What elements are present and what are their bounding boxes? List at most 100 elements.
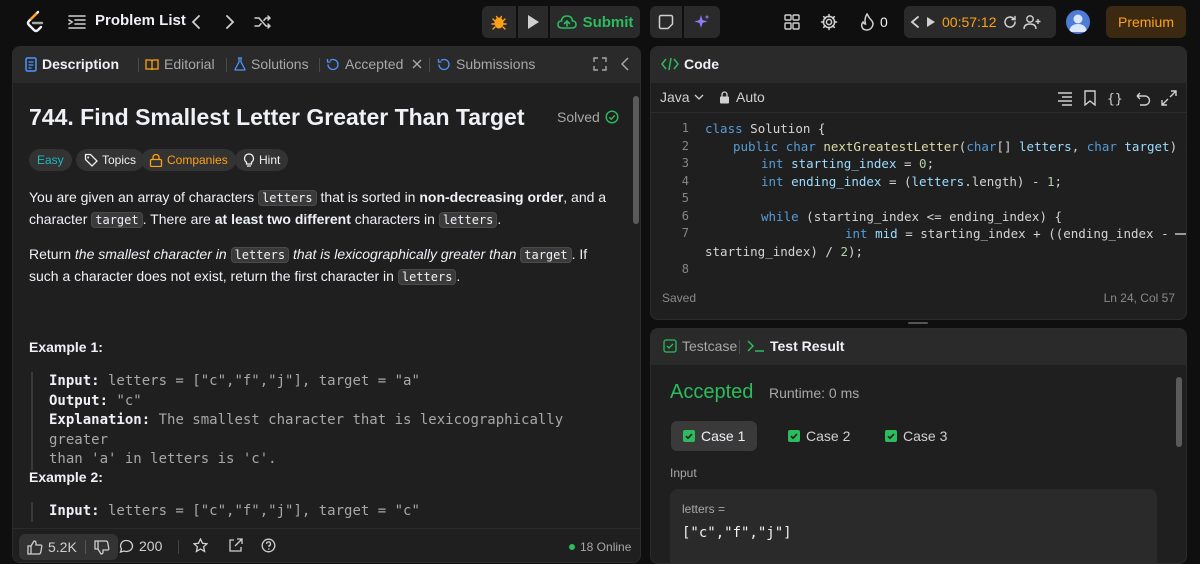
list-icon[interactable] xyxy=(68,13,86,31)
flame-icon[interactable] xyxy=(858,12,876,32)
reset-icon[interactable] xyxy=(1003,15,1017,29)
tab-divider xyxy=(739,340,740,354)
premium-button[interactable]: Premium xyxy=(1106,6,1186,38)
thumbs-down-icon[interactable] xyxy=(94,539,110,555)
text: characters in xyxy=(350,211,439,227)
case-tab-3[interactable]: Case 3 xyxy=(873,421,959,451)
like-button[interactable]: 5.2K xyxy=(19,534,118,560)
description-footer: 5.2K 200 18 Online xyxy=(13,528,640,562)
label: Input: xyxy=(49,373,100,389)
chevron-right-icon xyxy=(226,15,235,29)
case-tab-2[interactable]: Case 2 xyxy=(776,421,862,451)
code-panel: Code Java Auto {} 1 2 3 4 5 6 7 8 class … xyxy=(650,46,1187,320)
prev-problem-button[interactable] xyxy=(186,10,206,34)
help-button[interactable] xyxy=(261,538,276,553)
topics-button[interactable]: Topics xyxy=(76,149,145,171)
expand-button[interactable] xyxy=(593,57,607,71)
description-tabs: Description Editorial Solutions Accepted… xyxy=(13,47,640,83)
label: Explanation: xyxy=(49,412,151,428)
hint-button[interactable]: Hint xyxy=(235,149,289,171)
tab-test-result[interactable]: Test Result xyxy=(747,338,844,354)
notes-button[interactable] xyxy=(650,6,682,38)
chevron-down-icon xyxy=(694,94,704,100)
check-icon xyxy=(788,430,800,442)
run-button[interactable] xyxy=(518,6,548,38)
tab-editorial[interactable]: Editorial xyxy=(145,56,215,72)
tab-test-result-label: Test Result xyxy=(770,338,845,354)
label: Output: xyxy=(49,392,109,409)
fullscreen-button[interactable] xyxy=(1161,90,1177,106)
collapse-button[interactable] xyxy=(621,57,629,71)
case-label: Case 3 xyxy=(903,428,948,444)
timer-group[interactable]: 00:57:12 xyxy=(904,6,1056,38)
thumbs-up-icon xyxy=(27,539,43,555)
add-user-icon[interactable] xyxy=(1022,14,1041,30)
comments-button[interactable]: 200 xyxy=(119,538,162,554)
case-tab-1[interactable]: Case 1 xyxy=(671,421,758,451)
case-label: Case 1 xyxy=(701,428,746,444)
submit-button[interactable]: Submit xyxy=(550,6,640,38)
tab-code-label: Code xyxy=(684,56,719,72)
token: target xyxy=(1124,139,1170,154)
reset-code-button[interactable] xyxy=(1135,90,1151,106)
book-icon xyxy=(145,58,159,70)
next-problem-button[interactable] xyxy=(220,10,240,34)
label: Input: xyxy=(49,503,100,519)
problem-list-link[interactable]: Problem List xyxy=(95,12,186,29)
tab-submissions[interactable]: Submissions xyxy=(437,56,535,72)
token: mid xyxy=(875,226,898,241)
tab-accepted[interactable]: Accepted xyxy=(326,56,422,72)
streak-count: 0 xyxy=(880,14,888,30)
sparkle-icon xyxy=(694,14,710,28)
resize-handle[interactable] xyxy=(908,322,928,324)
share-button[interactable] xyxy=(228,538,243,553)
format-button[interactable] xyxy=(1057,90,1073,106)
chevron-left-icon[interactable] xyxy=(910,15,920,29)
language-label: Java xyxy=(660,89,690,105)
code-line: starting_index) / 2); xyxy=(705,244,864,259)
text: Return xyxy=(29,246,75,262)
token: 2 xyxy=(840,244,848,259)
scrollbar[interactable] xyxy=(1176,377,1182,447)
tab-divider xyxy=(429,58,430,72)
settings-button[interactable] xyxy=(819,12,839,32)
tab-code[interactable]: Code xyxy=(661,56,719,72)
avatar[interactable] xyxy=(1066,10,1090,34)
braces-button[interactable]: {} xyxy=(1107,90,1127,107)
language-select[interactable]: Java xyxy=(660,89,704,105)
bookmark-button[interactable] xyxy=(1083,90,1099,107)
line-number: 2 xyxy=(681,139,689,153)
tab-solutions[interactable]: Solutions xyxy=(234,56,309,72)
companies-label: Companies xyxy=(167,153,228,167)
tab-description[interactable]: Description xyxy=(25,56,119,72)
tab-solutions-label: Solutions xyxy=(251,56,309,72)
play-icon[interactable] xyxy=(926,16,936,28)
favorite-button[interactable] xyxy=(193,538,208,553)
solved-label: Solved xyxy=(557,109,600,125)
scrollbar[interactable] xyxy=(633,96,639,224)
online-dot xyxy=(569,544,575,550)
cloud-upload-icon xyxy=(556,15,577,29)
chevron-left-icon xyxy=(621,57,629,71)
online-count: 18 Online xyxy=(580,540,632,554)
shuffle-icon xyxy=(254,15,272,29)
close-icon[interactable] xyxy=(412,59,422,69)
input-value-box: letters = ["c","f","j"] xyxy=(670,489,1157,563)
debug-button[interactable] xyxy=(482,6,516,38)
ai-assistant-button[interactable] xyxy=(684,6,720,38)
expand-icon xyxy=(593,57,607,71)
code-tabs: Code xyxy=(651,47,1186,83)
companies-button[interactable]: Companies xyxy=(141,149,236,171)
shuffle-button[interactable] xyxy=(252,11,274,33)
layout-button[interactable] xyxy=(782,12,802,32)
token: letters xyxy=(1019,139,1072,154)
token: char xyxy=(1086,139,1117,154)
value: than 'a' in letters is 'c'. xyxy=(49,451,277,467)
leetcode-logo-icon[interactable] xyxy=(24,10,48,34)
code-line: int ending_index = (letters.length) - 1; xyxy=(761,174,1063,189)
topics-label: Topics xyxy=(102,153,137,167)
inline-code: letters xyxy=(438,212,498,228)
tab-testcase[interactable]: Testcase xyxy=(663,338,737,354)
auto-mode[interactable]: Auto xyxy=(719,89,765,105)
lock-icon xyxy=(149,153,163,167)
